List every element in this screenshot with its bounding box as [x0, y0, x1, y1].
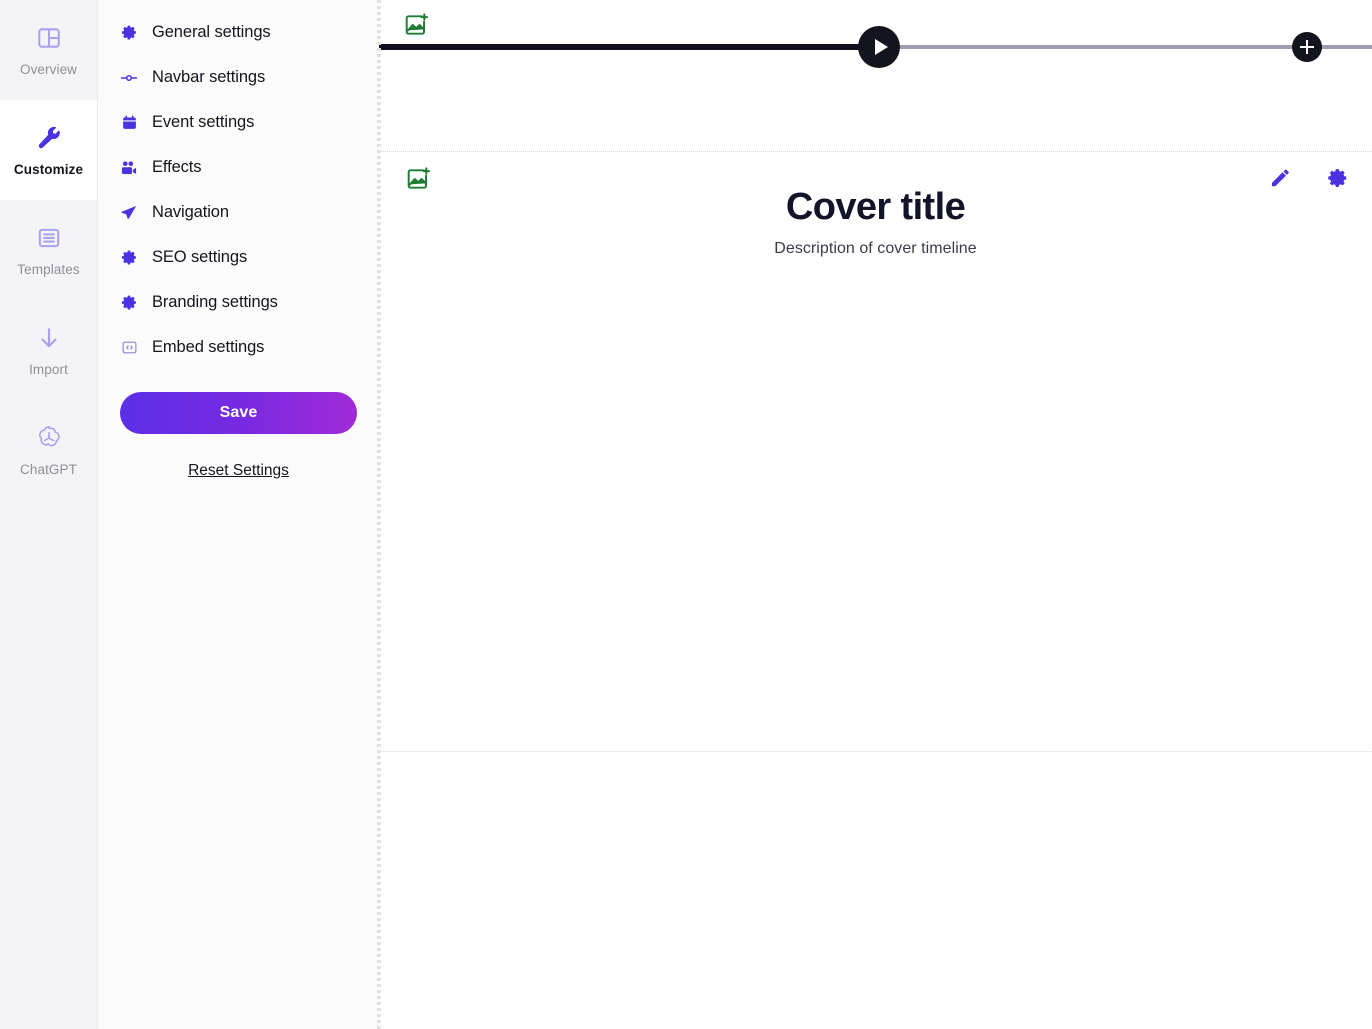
arrow-down-icon: [34, 323, 64, 353]
menu-item-effects-label: Effects: [152, 158, 202, 176]
play-button[interactable]: [858, 26, 900, 68]
paper-plane-icon: [120, 204, 138, 222]
rail-item-import-label: Import: [29, 362, 68, 377]
menu-item-navigation-label: Navigation: [152, 203, 229, 221]
rail-item-customize-label: Customize: [13, 162, 84, 177]
gear-icon: [120, 294, 138, 312]
menu-item-branding-settings-label: Branding settings: [152, 293, 278, 311]
menu-item-effects[interactable]: Effects: [120, 145, 357, 190]
primary-nav-rail: Overview Customize Templates Import Chat…: [0, 0, 98, 1029]
timeline-canvas: Cover title Description of cover timelin…: [379, 0, 1372, 1029]
cover-section: Cover title Description of cover timelin…: [379, 152, 1372, 752]
rail-item-chatgpt-label: ChatGPT: [20, 462, 77, 477]
rail-item-overview[interactable]: Overview: [0, 0, 97, 100]
rail-item-chatgpt[interactable]: ChatGPT: [0, 400, 97, 500]
menu-item-seo-settings[interactable]: SEO settings: [120, 235, 357, 280]
timeline-bar-section: [379, 0, 1372, 152]
menu-item-navigation[interactable]: Navigation: [120, 190, 357, 235]
menu-item-embed-settings[interactable]: Embed settings: [120, 325, 357, 370]
cover-text-block: Cover title Description of cover timelin…: [379, 186, 1372, 258]
reset-settings-link[interactable]: Reset Settings: [120, 462, 357, 480]
code-embed-icon: [120, 339, 138, 357]
cover-title[interactable]: Cover title: [379, 186, 1372, 230]
slider-icon: [120, 69, 138, 87]
add-timeline-event-button[interactable]: [1292, 32, 1322, 62]
play-icon: [874, 39, 888, 55]
wrench-icon: [34, 123, 64, 153]
menu-item-branding-settings[interactable]: Branding settings: [120, 280, 357, 325]
customize-settings-panel: General settings Navbar settings Event s…: [98, 0, 379, 1029]
gear-icon: [120, 24, 138, 42]
menu-item-navbar-settings-label: Navbar settings: [152, 68, 266, 86]
layout-panels-icon: [34, 23, 64, 53]
add-image-icon[interactable]: [403, 12, 429, 38]
rail-item-templates-label: Templates: [17, 262, 80, 277]
rail-item-overview-label: Overview: [19, 62, 78, 77]
chatgpt-logo-icon: [34, 423, 64, 453]
video-camera-icon: [120, 159, 138, 177]
menu-item-event-settings[interactable]: Event settings: [120, 100, 357, 145]
timeline-progress-fill: [379, 44, 879, 50]
rail-item-customize[interactable]: Customize: [0, 100, 97, 200]
menu-item-embed-settings-label: Embed settings: [152, 338, 265, 356]
menu-item-event-settings-label: Event settings: [152, 113, 255, 131]
menu-item-seo-settings-label: SEO settings: [152, 248, 248, 266]
timeline-events-area: [379, 752, 1372, 1029]
menu-item-navbar-settings[interactable]: Navbar settings: [120, 55, 357, 100]
gear-icon: [120, 249, 138, 267]
rail-item-templates[interactable]: Templates: [0, 200, 97, 300]
list-lines-icon: [34, 223, 64, 253]
rail-item-import[interactable]: Import: [0, 300, 97, 400]
timeline-track[interactable]: [379, 26, 1372, 68]
plus-icon-vertical: [1305, 40, 1309, 54]
menu-item-general-settings[interactable]: General settings: [120, 10, 357, 55]
cover-description[interactable]: Description of cover timeline: [379, 240, 1372, 258]
save-button[interactable]: Save: [120, 392, 357, 434]
canvas-left-gutter: [379, 0, 381, 1029]
calendar-icon: [120, 114, 138, 132]
app-root: Overview Customize Templates Import Chat…: [0, 0, 1372, 1029]
menu-item-general-settings-label: General settings: [152, 23, 271, 41]
